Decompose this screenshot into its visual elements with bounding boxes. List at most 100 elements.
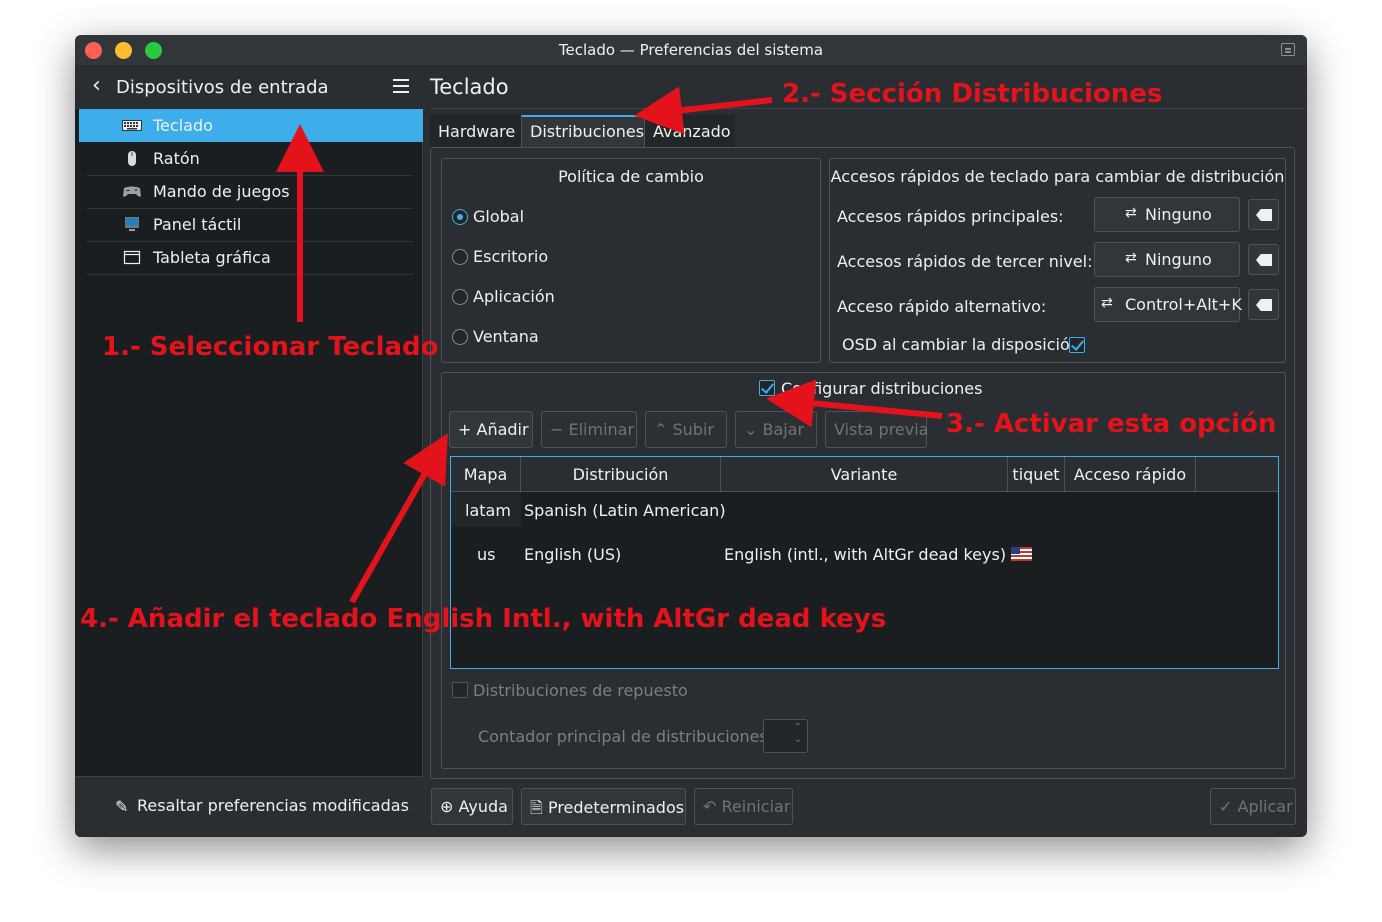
clear-main-shortcut-button[interactable] bbox=[1248, 199, 1279, 230]
sidebar-item-tableta[interactable]: Tableta gráfica bbox=[79, 241, 423, 274]
alternative-shortcut-label: Acceso rápido alternativo: bbox=[837, 297, 1047, 316]
sidebar-item-mando[interactable]: Mando de juegos bbox=[79, 175, 423, 208]
tab-hardware[interactable]: Hardware bbox=[430, 115, 521, 148]
col-header-shortcut[interactable]: Acceso rápido bbox=[1065, 457, 1196, 492]
sidebar-item-panel-tactil[interactable]: Panel táctil bbox=[79, 208, 423, 241]
window-title: Teclado — Preferencias del sistema bbox=[558, 41, 824, 59]
help-label: Ayuda bbox=[458, 797, 508, 816]
titlebar: Teclado — Preferencias del sistema bbox=[75, 35, 1307, 65]
undo-icon: ↶ bbox=[703, 797, 722, 816]
table-cell-layout[interactable]: Spanish (Latin American) bbox=[524, 501, 726, 520]
help-icon: ⊕ bbox=[440, 797, 459, 816]
checkmark-icon: ✓ bbox=[1219, 797, 1238, 816]
col-header-layout[interactable]: Distribución bbox=[521, 457, 721, 492]
switching-policy-group: Política de cambio Global Escritorio Apl… bbox=[441, 158, 821, 363]
defaults-button[interactable]: 🗎 Predeterminados bbox=[521, 788, 686, 825]
table-cell-map[interactable]: latam bbox=[465, 501, 511, 520]
apply-label: Aplicar bbox=[1237, 797, 1293, 816]
remove-label: Eliminar bbox=[568, 420, 635, 439]
shortcuts-title: Accesos rápidos de teclado para cambiar … bbox=[830, 167, 1285, 186]
preview-button[interactable]: Vista previa bbox=[825, 411, 928, 448]
radio-global[interactable] bbox=[452, 209, 468, 225]
tab-avanzado[interactable]: Avanzado bbox=[645, 115, 735, 148]
table-cell-layout[interactable]: English (US) bbox=[524, 545, 621, 564]
swap-icon: ⇄ bbox=[1125, 250, 1137, 266]
col-header-map[interactable]: Mapa bbox=[451, 457, 521, 492]
third-level-shortcut-value: Ninguno bbox=[1145, 250, 1212, 269]
configure-layouts-checkbox[interactable] bbox=[759, 380, 775, 396]
swap-icon: ⇄ bbox=[1101, 295, 1113, 311]
chevron-up-icon: ⌃ bbox=[654, 420, 673, 439]
sidebar-item-label: Teclado bbox=[153, 116, 213, 135]
sidebar-item-label: Panel táctil bbox=[153, 215, 242, 234]
layouts-table[interactable]: Mapa Distribución Variante tiquet Acceso… bbox=[450, 456, 1279, 669]
shortcuts-group: Accesos rápidos de teclado para cambiar … bbox=[829, 158, 1286, 363]
tab-distribuciones[interactable]: Distribuciones bbox=[521, 115, 645, 148]
move-down-button[interactable]: ⌄ Bajar bbox=[735, 411, 817, 448]
annotation-step1: 1.- Seleccionar Teclado bbox=[102, 332, 439, 362]
highlight-changes-label: Resaltar preferencias modificadas bbox=[137, 796, 409, 815]
page-title: Teclado bbox=[430, 75, 509, 99]
radio-ventana-label: Ventana bbox=[473, 327, 539, 346]
third-level-shortcut-button[interactable]: ⇄ Ninguno bbox=[1094, 242, 1240, 277]
alternative-shortcut-button[interactable]: ⇄ Control+Alt+K bbox=[1094, 287, 1242, 322]
third-level-shortcut-label: Accesos rápidos de tercer nivel: bbox=[837, 252, 1093, 271]
radio-ventana[interactable] bbox=[452, 329, 468, 345]
sidebar-item-raton[interactable]: Ratón bbox=[79, 142, 423, 175]
main-shortcut-button[interactable]: ⇄ Ninguno bbox=[1094, 197, 1240, 232]
radio-escritorio[interactable] bbox=[452, 249, 468, 265]
spare-layouts-label: Distribuciones de repuesto bbox=[473, 681, 688, 700]
move-up-button[interactable]: ⌃ Subir bbox=[645, 411, 727, 448]
remove-layout-button[interactable]: − Eliminar bbox=[541, 411, 637, 448]
document-icon: 🗎 bbox=[530, 798, 548, 817]
add-layout-button[interactable]: + Añadir bbox=[449, 411, 533, 448]
sidebar-item-label: Ratón bbox=[153, 149, 200, 168]
reset-button[interactable]: ↶ Reiniciar bbox=[694, 788, 793, 825]
backspace-icon bbox=[1256, 254, 1272, 266]
main-layout-count-spinbox[interactable] bbox=[763, 719, 808, 753]
col-header-label[interactable]: tiquet bbox=[1008, 457, 1065, 492]
table-cell-map[interactable]: us bbox=[477, 545, 495, 564]
defaults-label: Predeterminados bbox=[547, 798, 685, 817]
table-cell-variant[interactable]: English (intl., with AltGr dead keys) bbox=[724, 545, 1006, 564]
alternative-shortcut-value: Control+Alt+K bbox=[1125, 295, 1242, 314]
annotation-step3: 3.- Activar esta opción bbox=[946, 409, 1277, 439]
radio-aplicacion-label: Aplicación bbox=[473, 287, 555, 306]
help-button[interactable]: ⊕ Ayuda bbox=[431, 788, 513, 825]
hamburger-menu-icon[interactable] bbox=[393, 79, 409, 93]
osd-label: OSD al cambiar la disposición bbox=[842, 335, 1080, 354]
minus-icon: − bbox=[550, 420, 569, 439]
backspace-icon bbox=[1256, 209, 1272, 221]
main-shortcut-label: Accesos rápidos principales: bbox=[837, 207, 1064, 226]
swap-icon: ⇄ bbox=[1125, 205, 1137, 221]
add-label: Añadir bbox=[476, 420, 529, 439]
highlight-changes-button[interactable]: ✎ Resaltar preferencias modificadas bbox=[75, 776, 423, 837]
spare-layouts-checkbox[interactable] bbox=[452, 682, 468, 698]
up-label: Subir bbox=[672, 420, 714, 439]
us-flag-icon bbox=[1011, 547, 1032, 561]
clear-alternative-shortcut-button[interactable] bbox=[1248, 289, 1279, 320]
down-label: Bajar bbox=[762, 420, 805, 439]
window-menu-icon[interactable] bbox=[1281, 43, 1295, 56]
col-header-variant[interactable]: Variante bbox=[721, 457, 1008, 492]
reset-label: Reiniciar bbox=[721, 797, 791, 816]
sidebar-item-teclado[interactable]: Teclado bbox=[79, 109, 423, 142]
back-chevron-icon[interactable]: ‹ bbox=[92, 75, 101, 97]
gamepad-icon bbox=[123, 186, 141, 197]
keyboard-icon bbox=[122, 120, 142, 131]
sidebar-item-label: Mando de juegos bbox=[153, 182, 290, 201]
sidebar-item-label: Tableta gráfica bbox=[153, 248, 271, 267]
plus-icon: + bbox=[458, 420, 477, 439]
chevron-down-icon: ⌄ bbox=[744, 420, 763, 439]
radio-aplicacion[interactable] bbox=[452, 289, 468, 305]
sidebar-title: Dispositivos de entrada bbox=[116, 77, 329, 98]
osd-checkbox[interactable] bbox=[1069, 337, 1085, 353]
backspace-icon bbox=[1256, 299, 1272, 311]
clear-third-level-shortcut-button[interactable] bbox=[1248, 244, 1279, 275]
mouse-icon bbox=[128, 151, 136, 166]
apply-button[interactable]: ✓ Aplicar bbox=[1210, 788, 1296, 825]
touchpad-icon bbox=[125, 217, 139, 231]
col-header-filler bbox=[1196, 457, 1278, 492]
radio-global-label: Global bbox=[473, 207, 525, 226]
policy-title: Política de cambio bbox=[558, 167, 704, 186]
